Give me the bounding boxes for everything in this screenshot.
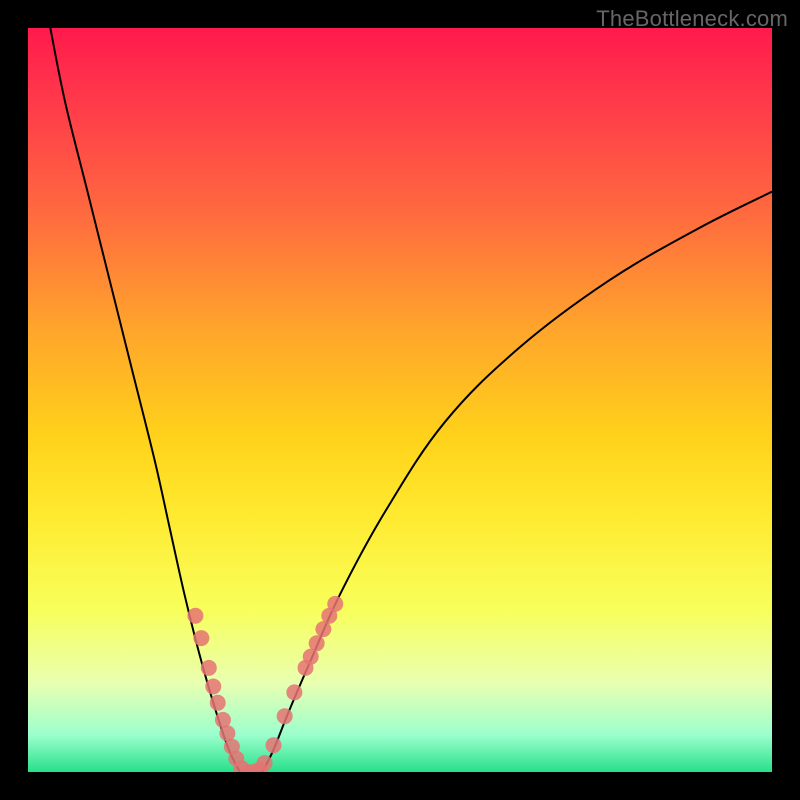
data-dot — [327, 596, 343, 612]
data-dot — [266, 737, 282, 753]
chart-svg — [28, 28, 772, 772]
data-dot — [277, 708, 293, 724]
data-dot — [286, 684, 302, 700]
data-dot — [201, 660, 217, 676]
data-dot — [205, 678, 221, 694]
watermark-text: TheBottleneck.com — [596, 6, 788, 32]
data-dot — [210, 695, 226, 711]
data-dot — [309, 635, 325, 651]
chart-frame: TheBottleneck.com — [0, 0, 800, 800]
plot-area — [28, 28, 772, 772]
data-dot — [193, 630, 209, 646]
data-dot — [187, 608, 203, 624]
curve-layer — [50, 28, 772, 772]
series-right-curve — [262, 192, 772, 772]
dot-layer — [187, 596, 343, 772]
data-dot — [257, 755, 273, 771]
